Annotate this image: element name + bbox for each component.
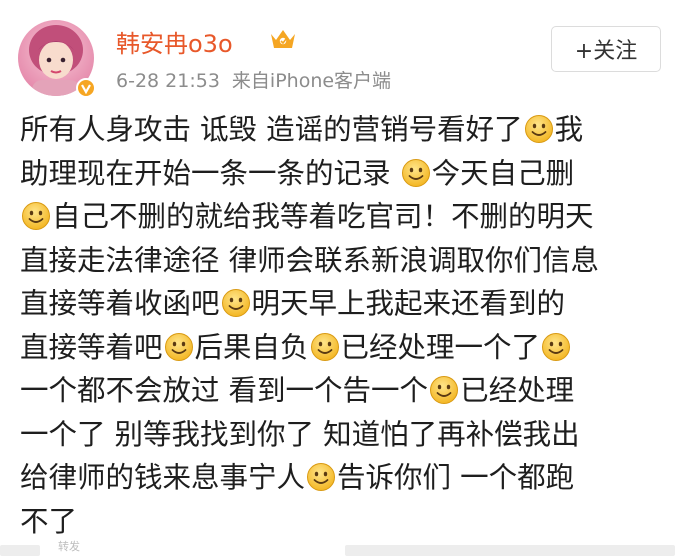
post-line: 直接等着收函吧 明天早上我起来还看到的 xyxy=(20,282,670,326)
vip-member-crown-icon xyxy=(270,28,296,50)
post-line: 直接走法律途径 律师会联系新浪调取你们信息 xyxy=(20,239,670,283)
smile-emoji-icon xyxy=(164,332,194,362)
timestamp[interactable]: 6-28 21:53 xyxy=(116,70,220,92)
post-line: 一个都不会放过 看到一个告一个 已经处理 xyxy=(20,369,670,413)
smile-emoji-icon xyxy=(221,288,251,318)
footer-text: 转发 xyxy=(58,540,80,553)
post-line: 自己不删的就给我等着吃官司！不删的明天 xyxy=(20,195,670,239)
post-text-segment: 直接等着吧 xyxy=(20,330,163,364)
post-text-segment: 告诉你们 一个都跑 xyxy=(337,461,575,494)
smile-emoji-icon xyxy=(401,158,431,188)
smile-emoji-icon xyxy=(21,201,51,231)
source: 来自iPhone客户端 xyxy=(231,70,392,92)
verified-badge-icon xyxy=(76,78,96,98)
post-line: 不了 xyxy=(20,500,670,544)
post-text-segment: 明天早上我起来还看到的 xyxy=(251,287,566,320)
follow-button[interactable]: +关注 xyxy=(551,26,661,72)
smile-emoji-icon xyxy=(541,332,571,362)
post-text-segment: 直接等着收函吧 xyxy=(20,287,220,320)
smile-emoji-icon xyxy=(306,462,336,492)
smile-emoji-icon xyxy=(524,114,554,144)
post-text-segment: 我 xyxy=(554,113,584,146)
post-line: 所有人身攻击 诋毁 造谣的营销号看好了我 xyxy=(20,108,670,152)
post-text-segment: 今天自己删 xyxy=(431,156,575,190)
post-text-segment: 已经处理 xyxy=(460,374,575,407)
post-meta: 6-28 21:53 来自iPhone客户端 xyxy=(116,66,391,93)
post-line: 直接等着吧 后果自负 已经处理一个了 xyxy=(20,326,670,370)
post-line: 助理现在开始一条一条的记录 今天自己删 xyxy=(20,152,670,196)
post-text-segment: 助理现在开始一条一条的记录 xyxy=(20,156,400,190)
post-text-segment: 所有人身攻击 诋毁 造谣的营销号看好了 xyxy=(20,113,523,146)
smile-emoji-icon xyxy=(310,332,340,362)
post-text-segment: 一个了 别等我找到你了 知道怕了再补偿我出 xyxy=(20,417,580,451)
post-text-segment: 不了 xyxy=(20,504,78,538)
post-text-segment: 已经处理一个了 xyxy=(340,330,541,364)
post-text-segment: 给律师的钱来息事宁人 xyxy=(20,461,306,494)
post-text-segment: 自己不删的就给我等着吃官司！不删的明天 xyxy=(52,200,594,233)
post-text-segment: 一个都不会放过 看到一个告一个 xyxy=(20,374,429,407)
post-line: 给律师的钱来息事宁人 告诉你们 一个都跑 xyxy=(20,456,670,500)
footer-strip: 转发 xyxy=(0,540,690,556)
post-text: 所有人身攻击 诋毁 造谣的营销号看好了我助理现在开始一条一条的记录 今天自己删自… xyxy=(20,108,670,543)
post-line: 一个了 别等我找到你了 知道怕了再补偿我出 xyxy=(20,413,670,457)
post-text-segment: 后果自负 xyxy=(194,330,309,364)
smile-emoji-icon xyxy=(429,375,459,405)
username[interactable]: 韩安冉o3o xyxy=(116,24,233,59)
post-text-segment: 直接走法律途径 律师会联系新浪调取你们信息 xyxy=(20,243,600,277)
